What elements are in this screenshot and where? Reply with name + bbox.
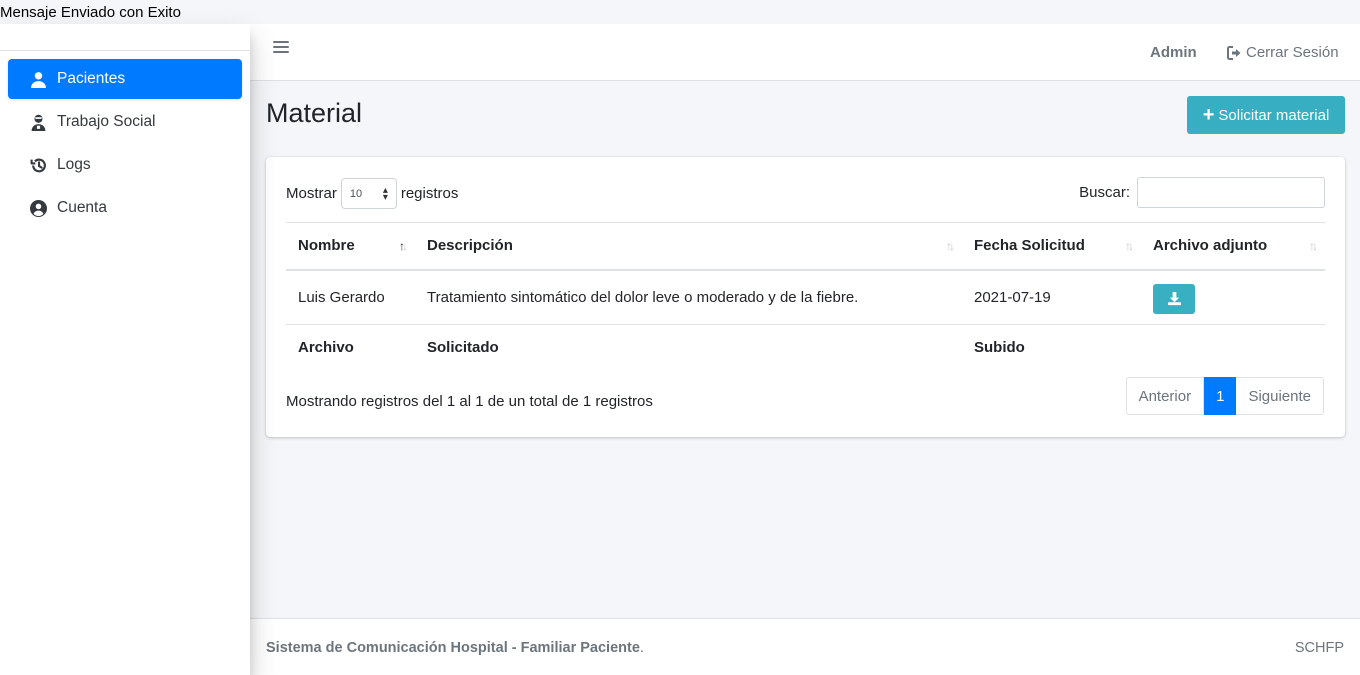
search-control: Buscar:: [1079, 177, 1325, 208]
user-circle-icon: [28, 199, 48, 217]
sort-icon: ↑↓: [1309, 239, 1318, 253]
sidebar-item-logs[interactable]: Logs: [8, 145, 242, 185]
history-icon: [28, 156, 48, 174]
menu-toggle-icon[interactable]: [273, 41, 289, 55]
table-info: Mostrando registros del 1 al 1 de un tot…: [286, 393, 653, 410]
table-header-row: Nombre ↑↓ Descripción ↑↓ Fecha Solicitud ↑↓…: [286, 222, 1325, 271]
download-icon: [1167, 292, 1181, 306]
footer-solicitado: Solicitado: [427, 339, 499, 357]
sidebar-item-pacientes[interactable]: Pacientes: [8, 59, 242, 99]
column-header-archivo[interactable]: Archivo adjunto ↑↓: [1141, 222, 1325, 271]
select-arrows-icon: ▴ ▾: [382, 184, 388, 203]
table-footer-row: Archivo Solicitado Subido: [286, 325, 1325, 371]
length-value: 10: [349, 187, 363, 200]
user-name[interactable]: Admin: [1150, 44, 1197, 61]
cell-archivo: [1141, 269, 1325, 325]
footer-archivo: Archivo: [298, 339, 354, 357]
material-card: Mostrar 10 ▴ ▾ registros Buscar: Nombre ↑↓…: [266, 157, 1345, 437]
sidebar-item-cuenta[interactable]: Cuenta: [8, 188, 242, 228]
column-header-fecha[interactable]: Fecha Solicitud ↑↓: [962, 222, 1141, 271]
sort-icon: ↑↓: [1125, 239, 1134, 253]
page-title: Material: [266, 98, 363, 128]
footer-subido: Subido: [974, 339, 1025, 357]
cell-fecha: 2021-07-19: [962, 269, 1141, 325]
sign-out-icon: [1227, 45, 1241, 60]
sort-icon: ↑↓: [946, 239, 955, 253]
column-header-nombre[interactable]: Nombre ↑↓: [286, 222, 415, 271]
pagination: Anterior 1 Siguiente: [1125, 377, 1324, 415]
table-row: Luis Gerardo Tratamiento sintomático del…: [286, 269, 1325, 325]
sidebar-item-trabajo-social[interactable]: Trabajo Social: [8, 102, 242, 142]
material-table: Nombre ↑↓ Descripción ↑↓ Fecha Solicitud ↑↓…: [286, 222, 1325, 371]
logout-link[interactable]: Cerrar Sesión: [1227, 44, 1339, 61]
length-suffix: registros: [400, 185, 459, 202]
length-control: Mostrar 10 ▴ ▾ registros: [286, 178, 458, 209]
request-material-button[interactable]: + Solicitar material: [1187, 96, 1345, 134]
footer-abbr: SCHFP: [1294, 640, 1344, 656]
sidebar-item-label: Cuenta: [57, 199, 107, 216]
pagination-previous[interactable]: Anterior: [1125, 377, 1205, 415]
footer-suffix: .: [639, 640, 644, 656]
sidebar-nav: Pacientes Trabajo Social Logs Cuenta: [0, 51, 250, 239]
sidebar-divider: [0, 24, 250, 51]
user-doctor-icon: [28, 113, 48, 131]
cell-descripcion: Tratamiento sintomático del dolor leve o…: [415, 269, 962, 325]
length-select[interactable]: 10 ▴ ▾: [340, 178, 397, 209]
column-header-descripcion[interactable]: Descripción ↑↓: [415, 222, 962, 271]
footer-empty: [1141, 325, 1325, 371]
flash-message: Mensaje Enviado con Exito: [0, 4, 181, 21]
length-prefix: Mostrar: [286, 185, 337, 202]
top-navbar: Admin Cerrar Sesión: [250, 24, 1360, 81]
search-label: Buscar:: [1079, 184, 1130, 201]
cell-nombre: Luis Gerardo: [286, 269, 415, 325]
sidebar-item-label: Trabajo Social: [57, 113, 156, 130]
sort-icon: ↑↓: [399, 239, 408, 253]
pagination-page-1[interactable]: 1: [1204, 377, 1237, 415]
footer-app-name: Sistema de Comunicación Hospital - Famil…: [266, 640, 644, 656]
search-input[interactable]: [1137, 177, 1325, 208]
sidebar: Pacientes Trabajo Social Logs Cuenta: [0, 24, 250, 675]
page-footer: Sistema de Comunicación Hospital - Famil…: [250, 618, 1360, 675]
sidebar-item-label: Pacientes: [57, 70, 126, 87]
plus-icon: +: [1202, 104, 1215, 126]
footer-app-name-text: Sistema de Comunicación Hospital - Famil…: [266, 640, 640, 656]
sidebar-item-label: Logs: [57, 156, 91, 173]
logout-label: Cerrar Sesión: [1246, 44, 1339, 61]
user-icon: [28, 70, 48, 88]
pagination-next[interactable]: Siguiente: [1236, 377, 1324, 415]
download-button[interactable]: [1153, 283, 1195, 314]
request-material-label: Solicitar material: [1218, 106, 1330, 124]
